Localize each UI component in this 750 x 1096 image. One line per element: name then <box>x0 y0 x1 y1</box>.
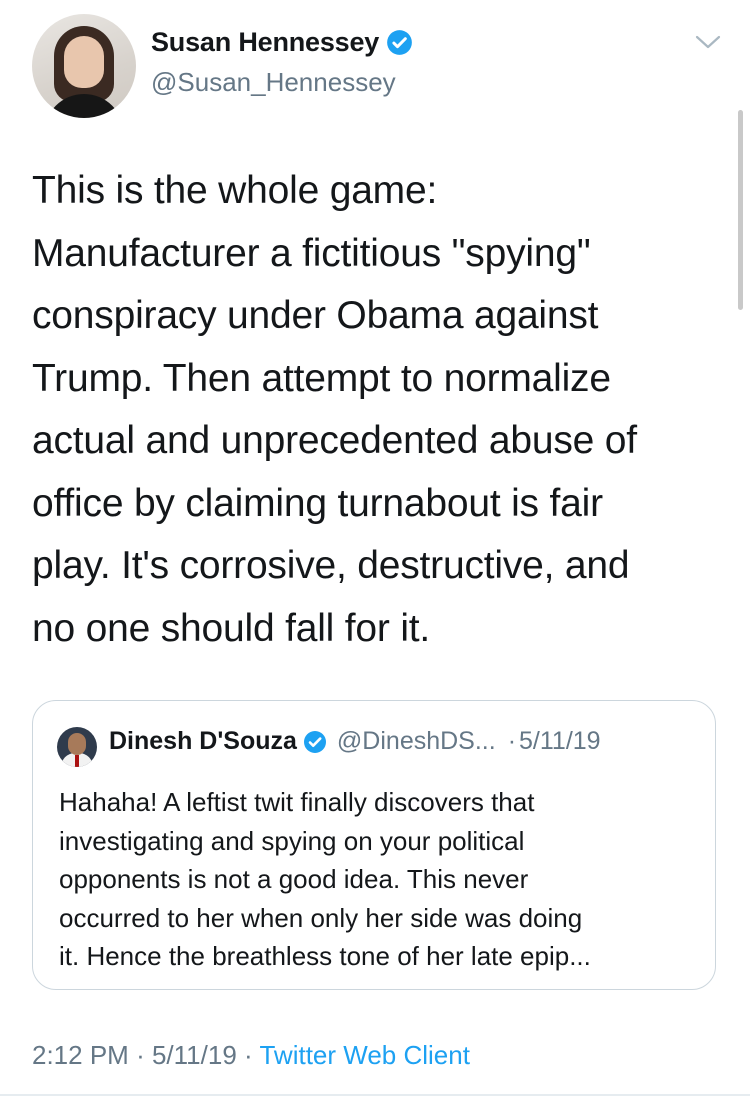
quoted-tweet-date: 5/11/19 <box>519 727 601 755</box>
quoted-tweet-header: Dinesh D'Souza @DineshDS... · 5/11/19 <box>109 727 601 756</box>
quoted-tweet-text: Hahaha! A leftist twit finally discovers… <box>59 787 591 971</box>
tweet-source-link[interactable]: Twitter Web Client <box>259 1040 469 1070</box>
quoted-author-name: Dinesh D'Souza <box>109 727 297 755</box>
avatar-body <box>44 94 124 118</box>
tweet-text: This is the whole game: Manufacturer a f… <box>32 169 637 650</box>
quoted-avatar-face <box>68 733 86 755</box>
quoted-author-handle: @DineshDS... <box>336 727 496 755</box>
author-name[interactable]: Susan Hennessey <box>151 27 379 58</box>
quoted-tweet-card[interactable]: Dinesh D'Souza @DineshDS... · 5/11/19 Ha… <box>32 700 716 990</box>
verified-badge-icon <box>386 29 413 56</box>
author-handle[interactable]: @Susan_Hennessey <box>151 67 396 98</box>
author-name-row: Susan Hennessey <box>151 27 413 58</box>
quoted-author-avatar <box>57 727 97 767</box>
scrollbar[interactable] <box>738 110 743 310</box>
tweet-date[interactable]: 5/11/19 <box>152 1040 237 1070</box>
verified-badge-icon <box>303 730 327 754</box>
author-avatar[interactable] <box>32 14 136 118</box>
quoted-separator: · <box>507 727 517 755</box>
tweet-time[interactable]: 2:12 PM <box>32 1040 129 1070</box>
meta-separator: · <box>244 1040 253 1070</box>
meta-separator: · <box>136 1040 145 1070</box>
quoted-avatar-tie <box>75 755 79 767</box>
avatar-face <box>64 36 104 88</box>
chevron-down-icon[interactable] <box>693 32 723 52</box>
tweet-meta: 2:12 PM · 5/11/19 · Twitter Web Client <box>32 1040 470 1071</box>
